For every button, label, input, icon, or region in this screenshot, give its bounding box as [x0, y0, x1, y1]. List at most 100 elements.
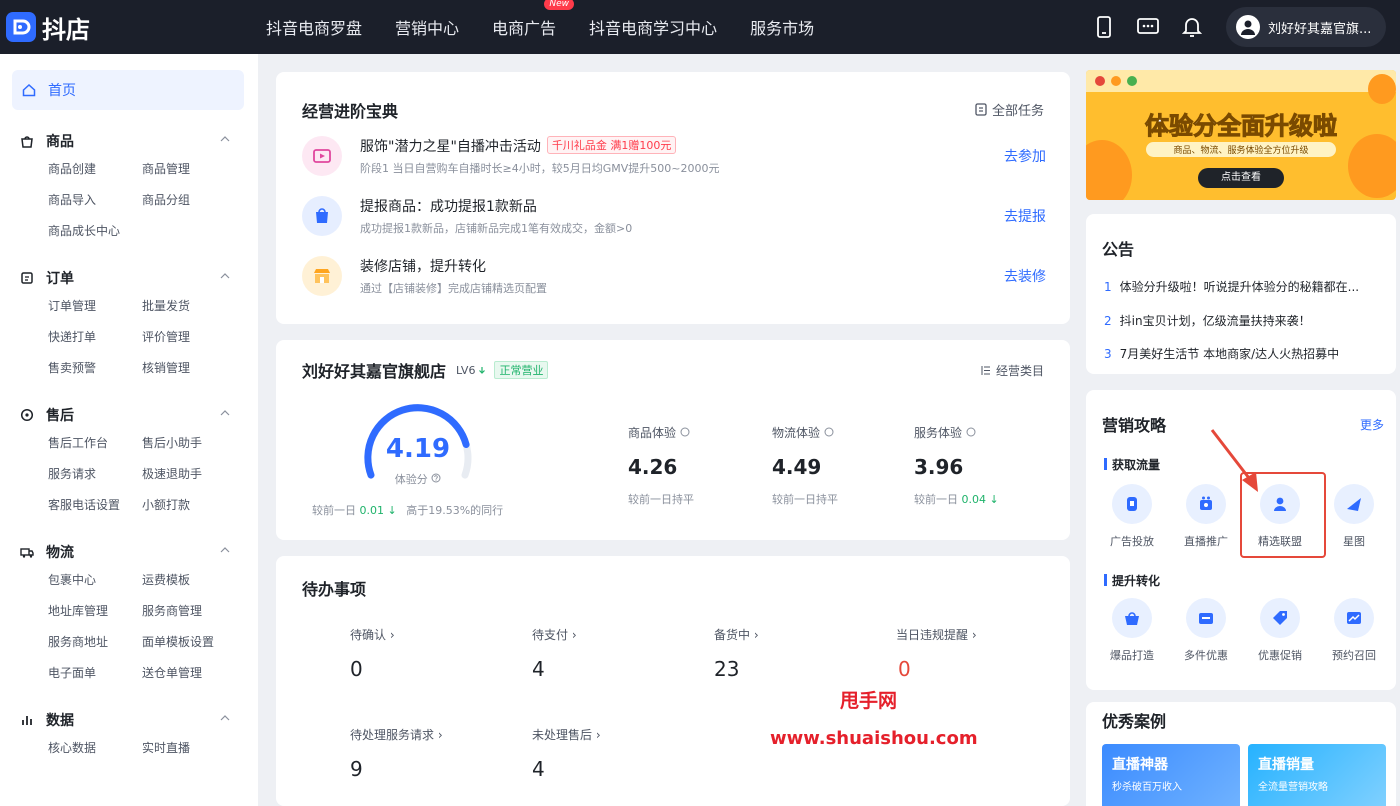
- store-name[interactable]: 刘好好其嘉官旗舰店: [302, 358, 446, 382]
- notice-num: 2: [1104, 314, 1112, 328]
- submit-button[interactable]: 去提报: [1004, 206, 1046, 226]
- sidebar-item-warehouse-order[interactable]: 送仓单管理: [142, 658, 236, 689]
- sidebar-item-product-growth[interactable]: 商品成长中心: [48, 216, 142, 247]
- app-logo[interactable]: 抖店: [6, 10, 266, 45]
- nav-compass[interactable]: 抖音电商罗盘: [266, 15, 362, 39]
- sidebar-item-verify-manage[interactable]: 核销管理: [142, 353, 236, 384]
- help-icon[interactable]: [431, 473, 441, 483]
- sidebar-item-product-manage[interactable]: 商品管理: [142, 154, 236, 185]
- metric-label-text: 物流体验: [772, 426, 821, 440]
- todo-label: 待确认 ›: [350, 628, 395, 642]
- sidebar-item-sale-alert[interactable]: 售卖预警: [48, 353, 142, 384]
- todo-label: 待支付 ›: [532, 628, 577, 642]
- app-name: 抖店: [42, 15, 90, 44]
- notice-text: 抖in宝贝计划，亿级流量扶持来袭！: [1119, 314, 1311, 328]
- task-row: 服饰"潜力之星"自播冲击活动 千川礼品金 满1赠100元 阶段1 当日自营购车自播…: [302, 134, 1046, 184]
- todo-preparing[interactable]: 备货中 › 23: [714, 626, 759, 681]
- sidebar-group-head-logistics[interactable]: 物流: [12, 539, 244, 565]
- todo-unhandled-aftersale[interactable]: 未处理售后 › 4: [532, 726, 601, 781]
- sidebar-item-package-center[interactable]: 包裹中心: [48, 565, 142, 596]
- todo-pending-confirm[interactable]: 待确认 › 0: [350, 626, 395, 681]
- nav-service-market[interactable]: 服务市场: [750, 15, 814, 39]
- sidebar-group-logistics: 物流 包裹中心 运费模板 地址库管理 服务商管理 服务商地址 面单模板设置 电子…: [12, 539, 244, 689]
- sidebar-item-product-import[interactable]: 商品导入: [48, 185, 142, 216]
- message-icon[interactable]: [1126, 17, 1170, 37]
- sidebar-item-aftersale-helper[interactable]: 售后小助手: [142, 428, 236, 459]
- sidebar-group-head-aftersale[interactable]: 售后: [12, 402, 244, 428]
- sidebar-item-address-book[interactable]: 地址库管理: [48, 596, 142, 627]
- help-icon[interactable]: [824, 427, 834, 437]
- decorate-button[interactable]: 去装修: [1004, 266, 1046, 286]
- sidebar-group-head-orders[interactable]: 订单: [12, 265, 244, 291]
- nav-learning-center[interactable]: 抖音电商学习中心: [589, 15, 717, 39]
- tool-star-map[interactable]: 星图: [1322, 484, 1386, 549]
- help-icon[interactable]: [680, 427, 690, 437]
- sidebar-group-data: 数据 核心数据 实时直播: [12, 707, 244, 764]
- ad-icon: [1112, 484, 1152, 524]
- sidebar-item-live-data[interactable]: 实时直播: [142, 733, 236, 764]
- case-live-tool[interactable]: 直播神器 秒杀破百万收入: [1102, 744, 1240, 806]
- sidebar-item-product-create[interactable]: 商品创建: [48, 154, 142, 185]
- sidebar-item-batch-ship[interactable]: 批量发货: [142, 291, 236, 322]
- sidebar-item-aftersale-desk[interactable]: 售后工作台: [48, 428, 142, 459]
- sidebar-item-review-manage[interactable]: 评价管理: [142, 322, 236, 353]
- promo-banner[interactable]: 体验分全面升级啦 商品、物流、服务体验全方位升级 点击查看: [1086, 70, 1396, 200]
- experience-score-label: 体验分: [348, 471, 488, 487]
- user-menu[interactable]: 刘好好其嘉官旗...: [1226, 7, 1386, 47]
- category-link[interactable]: 经营类目: [981, 362, 1044, 379]
- sidebar-item-product-group[interactable]: 商品分组: [142, 185, 236, 216]
- sidebar-item-service-request[interactable]: 服务请求: [48, 459, 142, 490]
- sidebar-item-home[interactable]: 首页: [12, 70, 244, 110]
- tool-multi-discount[interactable]: 多件优惠: [1174, 598, 1238, 663]
- tool-ad-delivery[interactable]: 广告投放: [1100, 484, 1164, 549]
- sidebar-item-freight-template[interactable]: 运费模板: [142, 565, 236, 596]
- metric-label: 物流体验: [772, 424, 838, 441]
- metric-sub: 较前一日持平: [628, 493, 694, 506]
- tool-hot-product[interactable]: 爆品打造: [1100, 598, 1164, 663]
- help-icon[interactable]: [966, 427, 976, 437]
- tool-label: 优惠促销: [1258, 649, 1302, 662]
- balloon-icon: [1086, 140, 1132, 200]
- case-live-sales[interactable]: 直播销量 全流量营销攻略: [1248, 744, 1386, 806]
- tool-promotion[interactable]: 优惠促销: [1248, 598, 1312, 663]
- sidebar-item-small-payment[interactable]: 小额打款: [142, 490, 236, 521]
- sidebar-item-e-waybill[interactable]: 电子面单: [48, 658, 142, 689]
- guide-title: 经营进阶宝典: [302, 102, 399, 121]
- truck-icon: [20, 548, 34, 558]
- todo-violation-alert[interactable]: 当日违规提醒 › 0: [896, 626, 977, 681]
- sidebar-item-hotline-setting[interactable]: 客服电话设置: [48, 490, 142, 521]
- task-title-text: 服饰"潜力之星"自播冲击活动: [360, 139, 541, 155]
- sidebar-item-fast-refund[interactable]: 极速退助手: [142, 459, 236, 490]
- sidebar-item-waybill-template[interactable]: 面单模板设置: [142, 627, 236, 658]
- experience-score-value: 4.19: [385, 434, 451, 464]
- nav-marketing-center[interactable]: 营销中心: [395, 15, 459, 39]
- notice-item[interactable]: 2 抖in宝贝计划，亿级流量扶持来袭！: [1104, 312, 1376, 329]
- sidebar-group-head-products[interactable]: 商品: [12, 128, 244, 154]
- score-compare: 较前一日 0.01 ↓ 高于19.53%的同行: [312, 502, 503, 518]
- notice-item[interactable]: 3 7月美好生活节 本地商家/达人火热招募中: [1104, 345, 1376, 362]
- bell-icon[interactable]: [1170, 16, 1214, 38]
- sidebar-item-express-print[interactable]: 快递打单: [48, 322, 142, 353]
- tool-appointment-recall[interactable]: 预约召回: [1322, 598, 1386, 663]
- more-link[interactable]: 更多: [1360, 416, 1384, 433]
- all-tasks-link[interactable]: 全部任务: [975, 100, 1044, 119]
- notice-item[interactable]: 1 体验分升级啦！听说提升体验分的秘籍都在...: [1104, 278, 1376, 295]
- banner-cta-button[interactable]: 点击查看: [1198, 168, 1284, 188]
- todo-pending-payment[interactable]: 待支付 › 4: [532, 626, 577, 681]
- todo-service-request[interactable]: 待处理服务请求 › 9: [350, 726, 443, 781]
- sidebar-group-head-data[interactable]: 数据: [12, 707, 244, 733]
- join-button[interactable]: 去参加: [1004, 146, 1046, 166]
- task-row: 提报商品：成功提报1款新品 成功提报1款新品，店铺新品完成1笔有效成交，金额>0…: [302, 194, 1046, 244]
- nav-ecommerce-ads[interactable]: 电商广告 New: [492, 0, 575, 39]
- banner-subline: 商品、物流、服务体验全方位升级: [1146, 142, 1336, 157]
- sidebar-item-order-manage[interactable]: 订单管理: [48, 291, 142, 322]
- case-title: 直播销量: [1258, 757, 1314, 773]
- nav-ecommerce-ads-label: 电商广告: [492, 19, 557, 38]
- sidebar-item-provider-address[interactable]: 服务商地址: [48, 627, 142, 658]
- sidebar-item-core-data[interactable]: 核心数据: [48, 733, 142, 764]
- notice-text: 体验分升级啦！听说提升体验分的秘籍都在...: [1119, 280, 1360, 294]
- mobile-icon[interactable]: [1082, 16, 1126, 38]
- todo-label: 当日违规提醒 ›: [896, 628, 977, 642]
- sidebar-item-provider-manage[interactable]: 服务商管理: [142, 596, 236, 627]
- task-title: 提报商品：成功提报1款新品: [360, 199, 537, 215]
